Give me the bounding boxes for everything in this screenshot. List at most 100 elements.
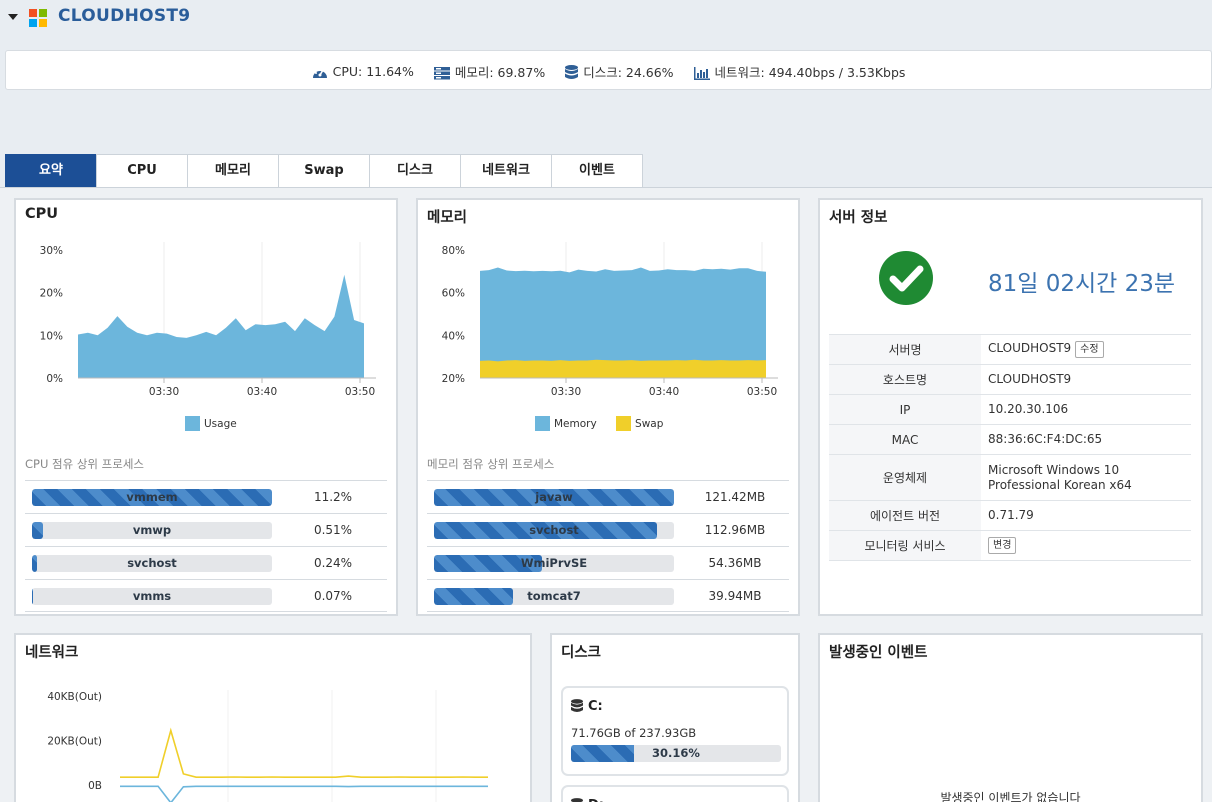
legend-item-usage[interactable]: Usage	[185, 416, 237, 431]
legend-swatch-memory	[535, 416, 550, 431]
dashboard-icon	[312, 67, 327, 78]
table-row: MAC 88:36:6C:F4:DC:65	[829, 424, 1191, 455]
table-row: tomcat7 39.94MB	[427, 579, 789, 612]
cpu-stat: CPU: 11.64%	[312, 64, 414, 79]
memory-process-table: javaw 121.42MB svchost 112.96MB WmiPrvSE 54…	[427, 480, 789, 612]
disk-panel-title: 디스크	[561, 645, 602, 661]
y-tick-label: 40KB(Out)	[47, 691, 102, 703]
tab-summary[interactable]: 요약	[5, 154, 97, 188]
y-tick-label: 20KB(Out)	[47, 736, 102, 748]
table-row: WmiPrvSE 54.36MB	[427, 546, 789, 579]
events-panel: 발생중인 이벤트 발생중인 이벤트가 없습니다	[818, 633, 1203, 802]
bar-chart-icon	[693, 67, 710, 80]
table-row: 호스트명 CLOUDHOST9	[829, 364, 1191, 395]
database-icon	[565, 65, 579, 79]
network-stat: 네트워크: 494.40bps / 3.53Kbps	[693, 62, 906, 81]
x-tick-label: 03:40	[649, 386, 679, 398]
info-value: CLOUDHOST9	[981, 364, 1191, 395]
check-circle-icon	[879, 251, 933, 305]
cpu-stat-text: CPU: 11.64%	[332, 64, 414, 79]
tab-network[interactable]: 네트워크	[460, 154, 552, 188]
process-value: 0.07%	[313, 589, 353, 603]
info-key: 모니터링 서비스	[829, 530, 981, 561]
collapse-caret-icon[interactable]	[8, 14, 18, 20]
memory-top-process-title: 메모리 점유 상위 프로세스	[427, 457, 555, 471]
process-name: svchost	[127, 556, 177, 570]
memory-stat: 메모리: 69.87%	[433, 62, 545, 81]
disk-name: C:	[571, 699, 603, 714]
y-tick-label: 0%	[46, 373, 63, 385]
memory-icon	[433, 67, 450, 80]
legend-item-memory[interactable]: Memory	[535, 416, 597, 431]
change-service-button[interactable]: 변경	[988, 537, 1017, 554]
table-row: 운영체제 Microsoft Windows 10 Professional Ko…	[829, 454, 1191, 501]
table-row: vmms 0.07%	[25, 579, 387, 612]
process-name: vmmem	[126, 490, 178, 504]
tab-swap[interactable]: Swap	[278, 154, 370, 188]
process-value: 11.2%	[313, 490, 353, 504]
series-area-swap	[480, 359, 766, 378]
network-stat-text: 네트워크: 494.40bps / 3.53Kbps	[714, 65, 906, 80]
disk-card-c[interactable]: C: 71.76GB of 237.93GB 30.16%	[561, 686, 789, 776]
series-line-in	[120, 785, 488, 802]
server-info-table: 서버명 CLOUDHOST9 수정 호스트명 CLOUDHOST9 IP 10.20.3…	[829, 334, 1191, 561]
y-tick-label: 80%	[442, 245, 465, 257]
process-bar: vmmem	[32, 489, 272, 506]
disk-card-d[interactable]: D:	[561, 785, 789, 802]
y-tick-label: 40%	[442, 330, 465, 342]
windows-logo-icon	[29, 9, 47, 27]
tab-events[interactable]: 이벤트	[551, 154, 643, 188]
edit-server-name-button[interactable]: 수정	[1075, 341, 1104, 358]
info-value: CLOUDHOST9 수정	[981, 334, 1191, 365]
x-tick-label: 03:30	[551, 386, 581, 398]
y-tick-label: 60%	[442, 288, 465, 300]
y-tick-label: 0B	[88, 780, 102, 792]
tab-disk[interactable]: 디스크	[369, 154, 461, 188]
process-name: javaw	[535, 490, 573, 504]
no-events-message: 발생중인 이벤트가 없습니다	[940, 791, 1081, 802]
tab-cpu[interactable]: CPU	[96, 154, 188, 188]
info-key: 운영체제	[829, 454, 981, 501]
process-bar: tomcat7	[434, 588, 674, 605]
table-row: vmwp 0.51%	[25, 513, 387, 546]
process-bar: javaw	[434, 489, 674, 506]
legend-item-swap[interactable]: Swap	[616, 416, 663, 431]
events-panel-title: 발생중인 이벤트	[829, 645, 928, 661]
table-row: 서버명 CLOUDHOST9 수정	[829, 334, 1191, 365]
legend-label-swap: Swap	[635, 418, 664, 430]
table-row: IP 10.20.30.106	[829, 394, 1191, 425]
network-panel: 네트워크 0B 20KB(Out) 40KB(Out)	[14, 633, 532, 802]
server-name-value: CLOUDHOST9	[988, 341, 1072, 355]
info-value: 10.20.30.106	[981, 394, 1191, 425]
process-name: tomcat7	[527, 589, 581, 603]
info-key: 호스트명	[829, 364, 981, 395]
info-value: Microsoft Windows 10 Professional Korean…	[981, 454, 1191, 501]
process-bar: svchost	[434, 522, 674, 539]
table-row: vmmem 11.2%	[25, 480, 387, 513]
cpu-chart-legend: Usage	[185, 416, 253, 431]
cpu-process-table: vmmem 11.2% vmwp 0.51% svchost 0.24% vmms 0.…	[25, 480, 387, 612]
y-tick-label: 20%	[442, 373, 465, 385]
database-icon	[571, 699, 583, 712]
tab-memory[interactable]: 메모리	[187, 154, 279, 188]
disk-name: D:	[571, 798, 604, 802]
summary-stat-bar: CPU: 11.64% 메모리: 69.87% 디스크: 24.66% 네트워크…	[5, 50, 1212, 90]
info-key: IP	[829, 394, 981, 425]
table-row: svchost 112.96MB	[427, 513, 789, 546]
host-title: CLOUDHOST9	[58, 6, 191, 26]
process-value: 112.96MB	[704, 523, 766, 537]
y-tick-label: 30%	[40, 245, 63, 257]
disk-name-label: C:	[588, 699, 603, 714]
legend-swatch-swap	[616, 416, 632, 431]
y-tick-label: 20%	[40, 288, 63, 300]
y-tick-label: 10%	[40, 330, 63, 342]
process-name: svchost	[529, 523, 579, 537]
series-line-out	[120, 727, 488, 778]
info-key: 서버명	[829, 334, 981, 365]
x-tick-label: 03:50	[345, 386, 375, 398]
header-bar: CLOUDHOST9	[0, 0, 1212, 40]
table-row: svchost 0.24%	[25, 546, 387, 579]
disk-stat-text: 디스크: 24.66%	[583, 65, 674, 80]
memory-panel: 메모리 20% 40% 60% 80% 03:30 03:40 03:50 Memory S…	[416, 198, 800, 616]
memory-usage-chart: 20% 40% 60% 80% 03:30 03:40 03:50	[442, 242, 778, 398]
